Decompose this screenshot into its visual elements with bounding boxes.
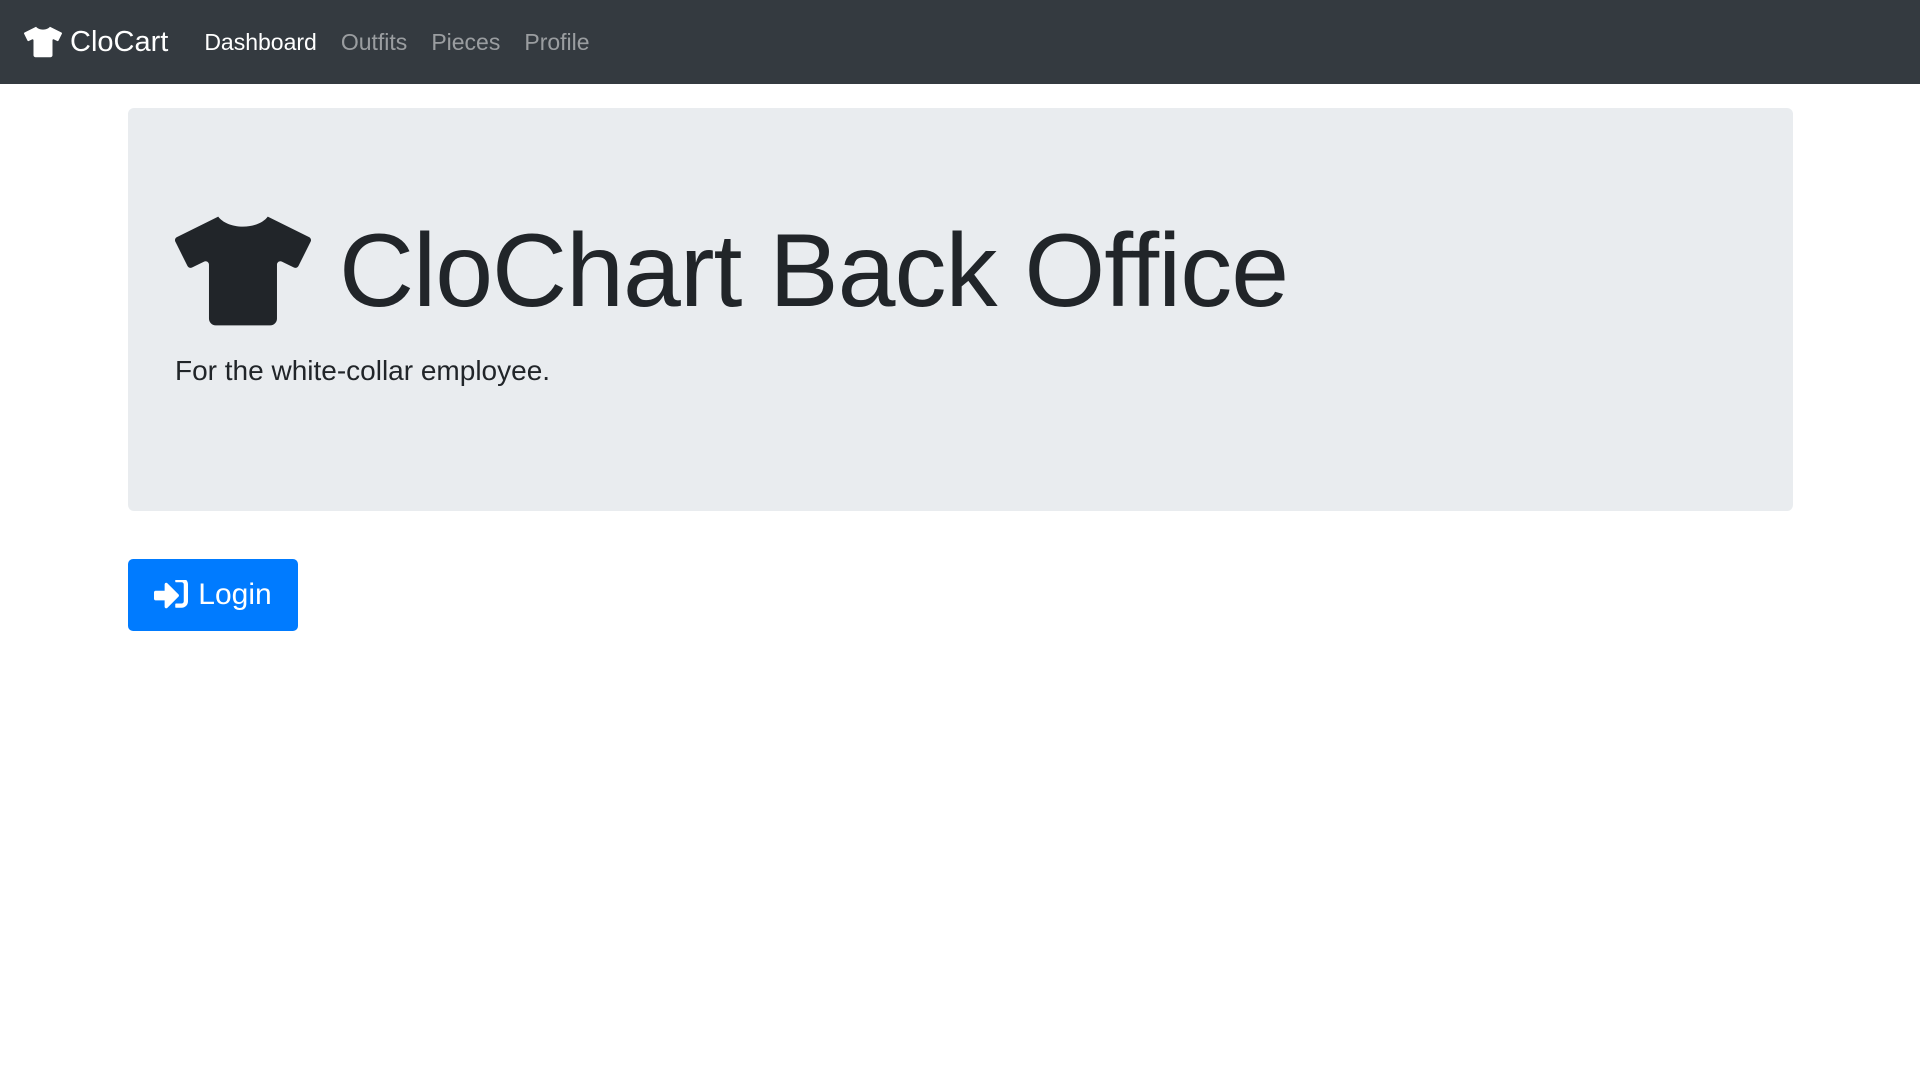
navbar: CloCart Dashboard Outfits Pieces Profile bbox=[0, 0, 1920, 84]
tshirt-icon bbox=[175, 216, 311, 326]
sign-in-icon bbox=[154, 580, 189, 610]
nav-link-profile[interactable]: Profile bbox=[524, 30, 589, 54]
hero-title-text: CloChart Back Office bbox=[339, 213, 1289, 329]
login-button-label: Login bbox=[198, 578, 272, 611]
nav-link-dashboard[interactable]: Dashboard bbox=[204, 30, 317, 54]
hero-subtitle: For the white-collar employee. bbox=[175, 355, 551, 386]
hero-title: CloChart Back Office bbox=[175, 213, 1289, 329]
login-button[interactable]: Login bbox=[128, 559, 298, 631]
nav-link-pieces[interactable]: Pieces bbox=[431, 30, 500, 54]
brand-label: CloCart bbox=[70, 25, 169, 58]
nav-links: Dashboard Outfits Pieces Profile bbox=[204, 30, 613, 54]
nav-link-outfits[interactable]: Outfits bbox=[341, 30, 407, 54]
brand-link[interactable]: CloCart bbox=[24, 26, 168, 58]
tshirt-icon bbox=[24, 26, 62, 58]
hero-jumbotron: CloChart Back Office For the white-colla… bbox=[128, 108, 1793, 511]
